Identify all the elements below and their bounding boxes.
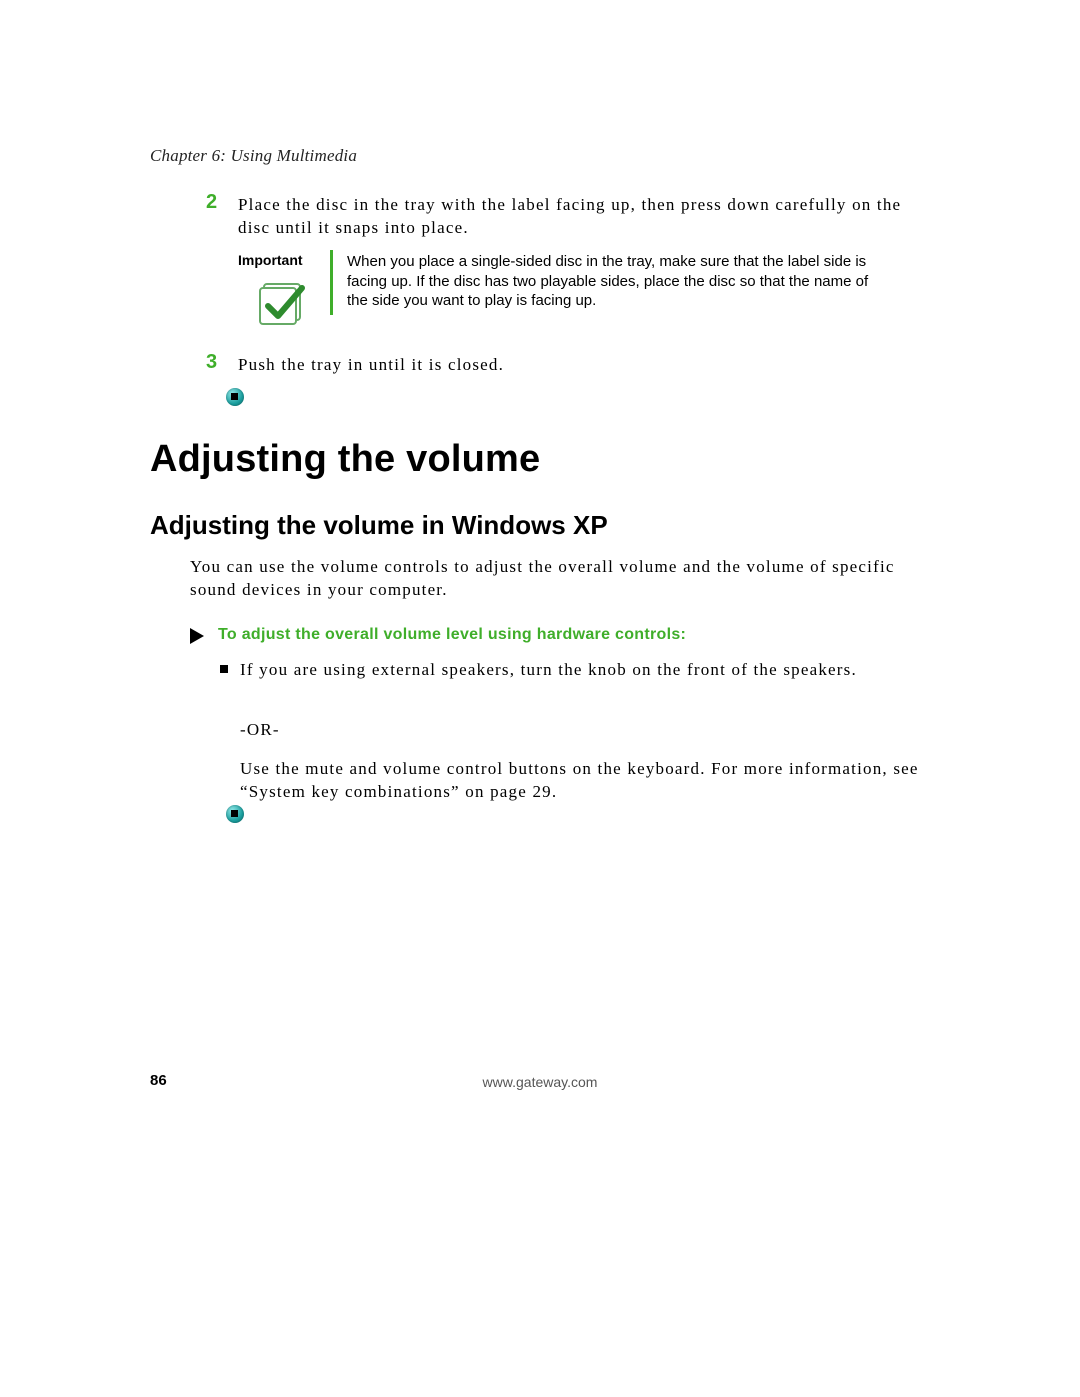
step-text: Place the disc in the tray with the labe… (238, 194, 930, 240)
manual-page: Chapter 6: Using Multimedia 2 Place the … (0, 0, 1080, 1397)
important-text: When you place a single-sided disc in th… (330, 250, 877, 315)
or-text: -OR- (240, 720, 280, 740)
chapter-header: Chapter 6: Using Multimedia (150, 146, 357, 166)
step-2: 2 Place the disc in the tray with the la… (226, 194, 930, 240)
step-text: Push the tray in until it is closed. (238, 354, 930, 377)
heading-2: Adjusting the volume in Windows XP (150, 510, 608, 541)
step-3: 3 Push the tray in until it is closed. (226, 354, 930, 377)
important-note: Important When you place a single-sided … (238, 250, 928, 315)
footer-url: www.gateway.com (0, 1074, 1080, 1090)
procedure-title: To adjust the overall volume level using… (218, 626, 686, 644)
end-procedure-icon (226, 805, 244, 823)
step-number: 3 (206, 351, 217, 374)
end-procedure-icon (226, 388, 244, 406)
step-number: 2 (206, 191, 217, 214)
heading-1: Adjusting the volume (150, 438, 540, 481)
important-label: Important (238, 250, 326, 268)
play-arrow-icon (190, 628, 204, 644)
bullet-text: If you are using external speakers, turn… (240, 659, 930, 682)
checkmark-icon (258, 280, 306, 328)
intro-paragraph: You can use the volume controls to adjus… (190, 556, 930, 602)
bullet-icon (220, 665, 228, 673)
bullet-text: Use the mute and volume control buttons … (240, 758, 930, 804)
